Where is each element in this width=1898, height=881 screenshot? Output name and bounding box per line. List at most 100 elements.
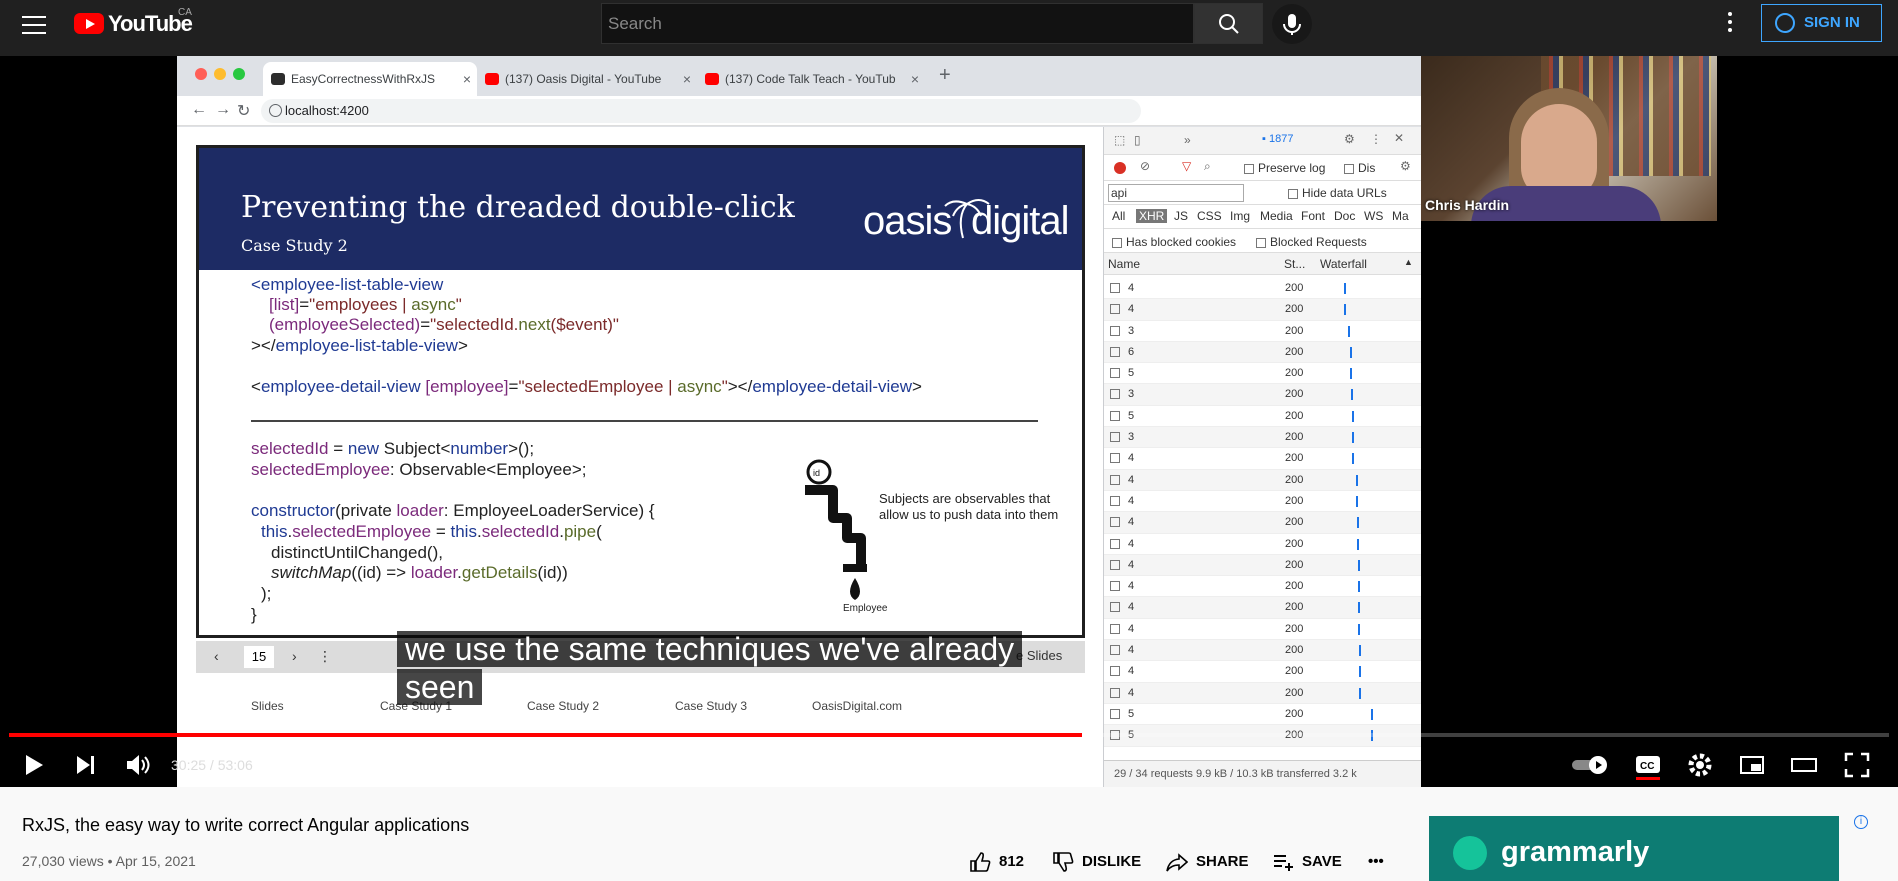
network-row: 5 200 [1104,704,1421,726]
request-status: 200 [1285,601,1304,614]
forward-icon: → [215,101,231,118]
type-filter-all: All [1112,209,1126,223]
row-checkbox [1110,368,1120,379]
next-video-icon[interactable] [68,748,102,782]
like-count: 812 [999,853,1025,870]
hide-data-urls-label: Hide data URLs [1302,186,1387,200]
play-icon[interactable] [16,748,50,782]
column-status: St... [1284,257,1306,271]
waterfall-bar [1356,538,1359,550]
miniplayer-icon[interactable] [1735,748,1769,782]
voice-search-button[interactable] [1272,4,1312,44]
search-box[interactable] [601,3,1194,44]
request-name: 4 [1128,516,1135,529]
country-code: CA [178,7,192,18]
waterfall-bar [1357,623,1360,635]
caption-line-1: we use the same techniques we've already [397,631,1023,667]
settings-gear-icon[interactable] [1683,748,1717,782]
code-line: constructor(private loader: EmployeeLoad… [251,501,655,520]
video-player[interactable]: EasyCorrectnessWithRxJS × (137) Oasis Di… [0,56,1898,787]
dislike-button[interactable]: DISLIKE [1052,851,1141,873]
network-row: 4 200 [1104,640,1421,662]
row-checkbox [1110,325,1120,336]
waterfall-bar [1352,453,1355,465]
search-input[interactable] [602,4,1193,43]
request-name: 4 [1128,452,1135,465]
grammarly-ad[interactable]: grammarly [1429,816,1839,881]
volume-icon[interactable] [120,748,154,782]
share-label: SHARE [1196,853,1249,870]
network-row: 5 200 [1104,363,1421,385]
maximize-window-icon [233,68,245,80]
network-row: 4 200 [1104,278,1421,300]
microphone-icon [1283,14,1301,35]
more-tabs-icon: » [1184,133,1191,147]
request-name: 3 [1128,388,1135,401]
code-line: ); [261,584,272,603]
waterfall-bar [1351,432,1354,444]
network-row: 4 200 [1104,512,1421,534]
row-checkbox [1110,283,1120,293]
code-line: this.selectedEmployee = this.selectedId.… [261,522,602,541]
disable-cache-label: Dis [1358,161,1376,175]
waterfall-bar [1357,602,1360,614]
request-name: 4 [1128,665,1135,678]
code-line: ></employee-list-table-view> [251,336,468,355]
row-checkbox [1110,687,1120,698]
network-filter-input: api [1108,184,1244,202]
masthead: YouTube CA SIGN IN [0,0,1898,56]
menu-icon[interactable] [22,16,46,36]
request-status: 200 [1285,473,1304,486]
svg-text:CC: CC [1640,761,1654,772]
request-status: 200 [1285,388,1304,401]
progress-bar[interactable] [9,733,1889,737]
request-status: 200 [1285,324,1304,337]
request-status: 200 [1285,622,1304,635]
code-line: } [251,605,257,624]
request-name: 5 [1128,707,1135,720]
network-row: 4 200 [1104,491,1421,513]
network-row: 6 200 [1104,341,1421,364]
preserve-log-checkbox: Preserve log [1244,161,1325,175]
request-name: 4 [1128,622,1135,635]
request-name: 4 [1128,494,1135,507]
theater-mode-icon[interactable] [1787,748,1821,782]
waterfall-bar [1344,304,1347,316]
player-controls: 30:25 / 53:06 CC [0,746,1898,786]
type-filter-ws: WS [1364,209,1384,223]
new-tab-icon: + [939,64,951,86]
devtools-toolbar: ⬚ ▯ » ▪ 1877 ⚙ ⋮ ✕ [1104,127,1421,155]
sort-ascending-icon: ▲ [1404,257,1413,267]
more-actions-button[interactable]: ••• [1368,851,1384,873]
save-button[interactable]: SAVE [1272,851,1342,873]
close-tab-icon: × [462,71,471,87]
settings-more-icon[interactable] [1722,12,1738,36]
share-button[interactable]: SHARE [1166,851,1249,873]
share-icon [1166,853,1188,872]
search-button[interactable] [1194,3,1263,44]
waterfall-bar [1349,368,1352,380]
request-status: 200 [1285,665,1304,678]
waterfall-bar [1358,687,1361,699]
waterfall-bar [1351,410,1354,422]
request-status: 200 [1285,580,1304,593]
youtube-logo-icon[interactable] [74,13,104,34]
tab-label: (137) Code Talk Teach - YouTub [725,72,896,86]
account-icon [1775,13,1795,33]
waterfall-bar [1358,666,1361,678]
ad-info-icon[interactable]: i [1854,815,1868,829]
row-checkbox [1110,410,1120,421]
video-info: RxJS, the easy way to write correct Angu… [0,787,1898,881]
waterfall-bar [1357,559,1360,571]
type-filter-doc: Doc [1334,209,1356,223]
autoplay-toggle-icon[interactable] [1570,748,1614,782]
row-checkbox [1110,602,1120,613]
slide-title: Preventing the dreaded double-click [241,190,795,225]
thumbs-up-icon [970,852,991,872]
subtitles-icon[interactable]: CC [1631,748,1665,782]
like-button[interactable]: 812 [969,851,1024,873]
fullscreen-icon[interactable] [1840,748,1874,782]
sign-in-button[interactable]: SIGN IN [1761,4,1882,42]
dislike-label: DISLIKE [1082,853,1142,870]
waterfall-bar [1349,346,1352,358]
